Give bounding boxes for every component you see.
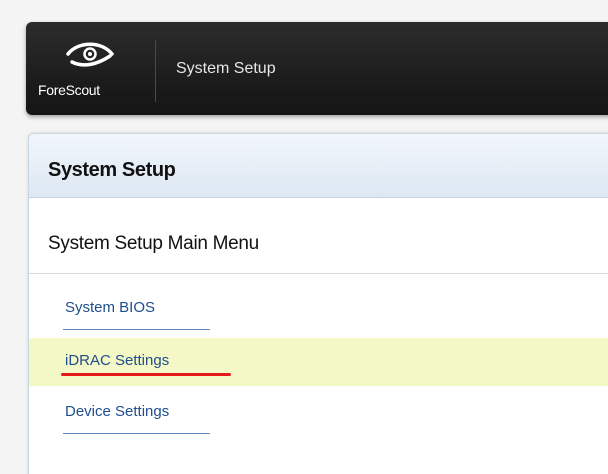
menu-title: System Setup Main Menu — [48, 233, 259, 254]
menu-item-idrac-settings[interactable]: iDRAC Settings — [29, 338, 608, 386]
menu-item-underline — [63, 433, 210, 434]
annotation-underline — [61, 373, 231, 376]
menu-divider — [29, 273, 608, 274]
menu-item-underline — [63, 329, 210, 330]
menu-item-device-settings[interactable]: Device Settings — [29, 389, 608, 437]
page-title: System Setup — [48, 159, 176, 181]
app-header: ForeScout System Setup — [26, 22, 608, 115]
menu-item-label: Device Settings — [65, 403, 170, 420]
forescout-logo: ForeScout — [38, 38, 150, 102]
eye-swoosh-icon — [66, 42, 114, 67]
header-title: System Setup — [176, 60, 276, 77]
menu-item-system-bios[interactable]: System BIOS — [29, 285, 608, 333]
logo-text: ForeScout — [38, 82, 100, 98]
main-panel: System Setup System Setup Main Menu Syst… — [28, 133, 608, 474]
header-divider — [155, 40, 156, 102]
menu-item-label: System BIOS — [65, 299, 156, 316]
page: ForeScout System Setup System Setup Syst… — [0, 0, 608, 474]
menu-item-label: iDRAC Settings — [65, 352, 170, 369]
